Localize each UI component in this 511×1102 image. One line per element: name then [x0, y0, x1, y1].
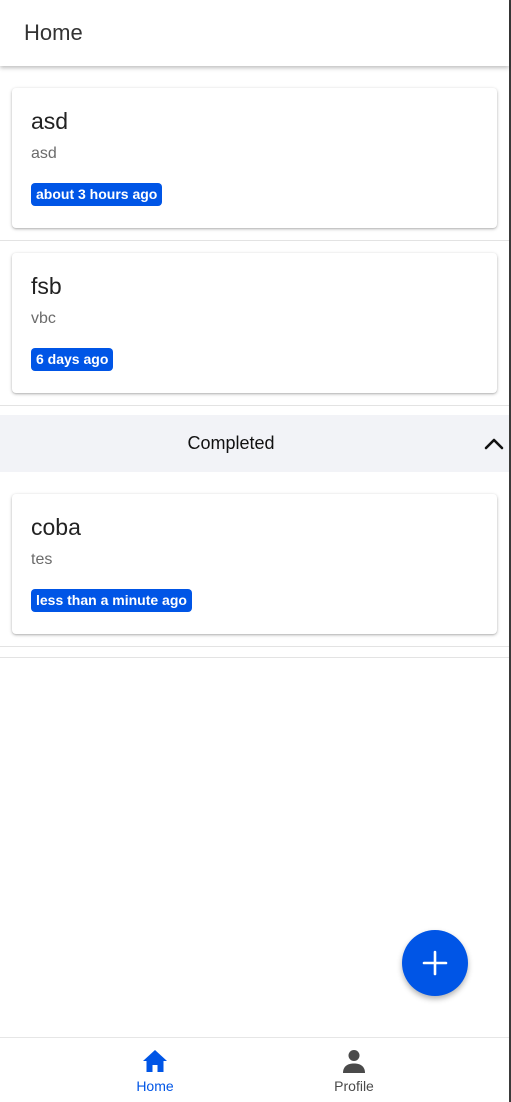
home-icon: [143, 1050, 167, 1072]
task-card[interactable]: fsb vbc 6 days ago: [12, 253, 497, 393]
completed-task-card[interactable]: coba tes less than a minute ago: [12, 494, 497, 634]
nav-label-home: Home: [136, 1078, 174, 1094]
task-title: coba: [31, 514, 81, 540]
page-title: Home: [24, 20, 83, 45]
completed-task-section: coba tes less than a minute ago: [0, 472, 509, 647]
nav-item-profile[interactable]: Profile: [304, 1038, 404, 1102]
plus-icon: [422, 950, 448, 976]
time-badge: about 3 hours ago: [31, 183, 163, 206]
app-header: Home: [0, 0, 509, 66]
bottom-navigation: Home Profile: [0, 1037, 509, 1102]
completed-label: Completed: [187, 433, 275, 453]
app-screen: Home asd asd about 3 hours ago fsb vbc 6…: [0, 0, 511, 1102]
task-description: vbc: [31, 310, 56, 327]
task-title: asd: [31, 108, 69, 134]
time-badge: 6 days ago: [31, 348, 114, 371]
person-icon: [343, 1050, 365, 1073]
add-task-button[interactable]: [402, 930, 468, 996]
time-badge: less than a minute ago: [31, 589, 192, 612]
task-section: fsb vbc 6 days ago: [0, 241, 509, 406]
task-description: tes: [31, 551, 53, 568]
list-divider: [0, 647, 509, 658]
task-section: asd asd about 3 hours ago: [0, 66, 509, 241]
completed-accordion-header[interactable]: Completed: [0, 415, 509, 472]
task-title: fsb: [31, 273, 62, 299]
nav-label-profile: Profile: [334, 1078, 374, 1094]
nav-item-home[interactable]: Home: [105, 1038, 205, 1102]
task-card[interactable]: asd asd about 3 hours ago: [12, 88, 497, 228]
chevron-up-icon[interactable]: [483, 433, 505, 455]
task-description: asd: [31, 145, 57, 162]
